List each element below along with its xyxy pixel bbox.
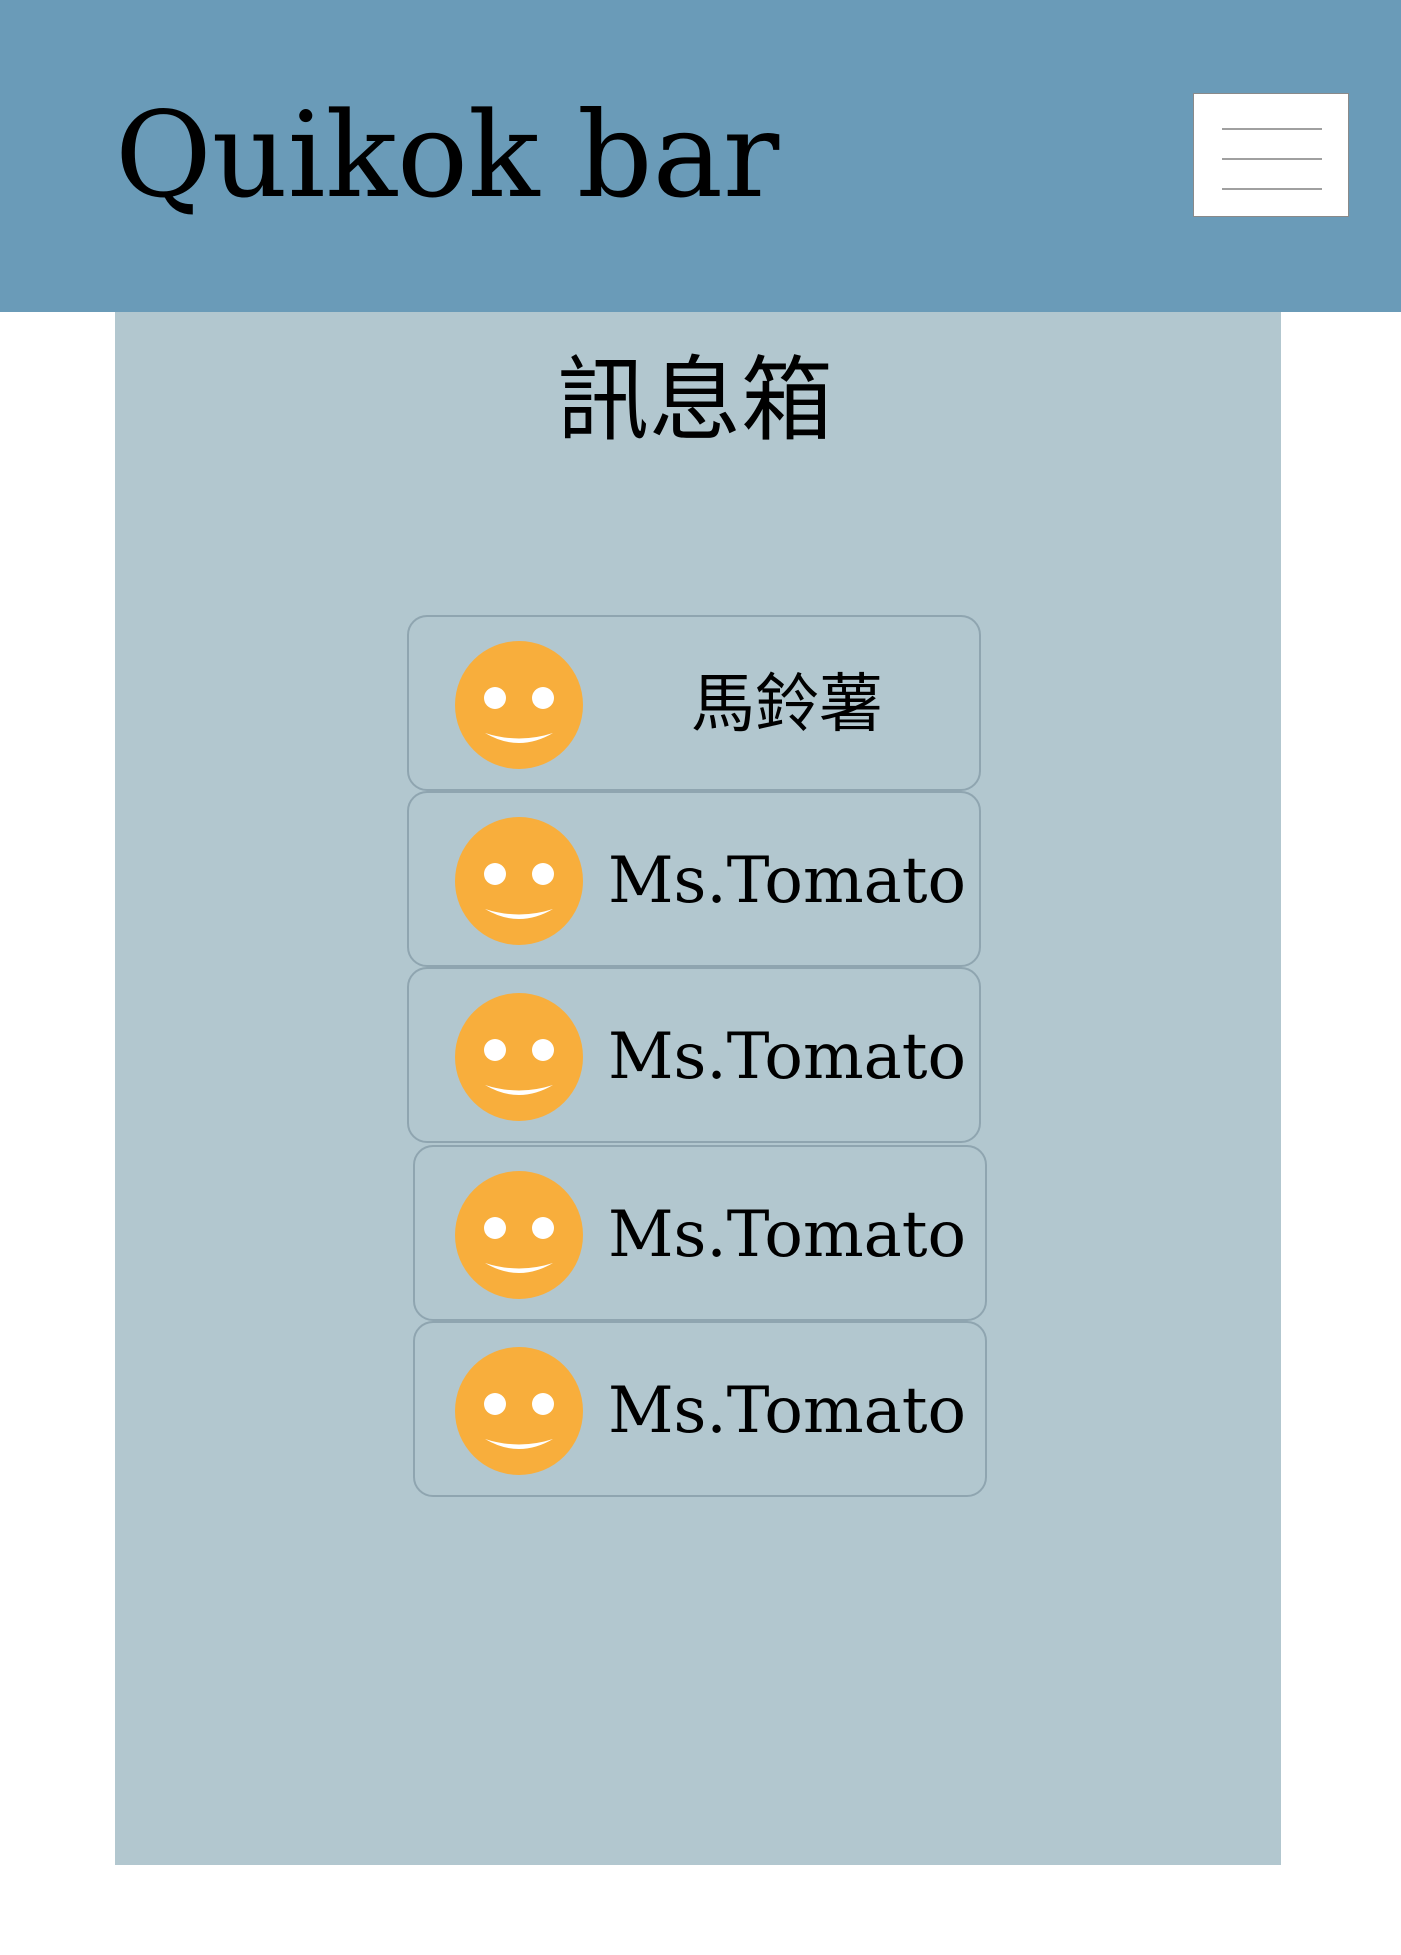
message-item[interactable]: Ms.Tomato [407,791,981,967]
top-bar: Quikok bar [0,0,1401,312]
sender-name: Ms.Tomato [607,844,967,918]
menu-line [1222,188,1322,190]
smiley-face-icon [455,1171,583,1299]
menu-line [1222,128,1322,130]
smiley-face-icon [455,993,583,1121]
menu-line [1222,158,1322,160]
message-item[interactable]: 馬鈴薯 [407,615,981,791]
smiley-face-icon [455,817,583,945]
sender-name: Ms.Tomato [607,1198,967,1272]
sender-name: 馬鈴薯 [691,668,883,742]
menu-button[interactable] [1193,93,1349,217]
inbox-panel: 訊息箱 馬鈴薯 Ms.Tomato Ms.Tomato Ms.Tomato Ms… [115,312,1281,1865]
message-item[interactable]: Ms.Tomato [413,1321,987,1497]
message-item[interactable]: Ms.Tomato [407,967,981,1143]
sender-name: Ms.Tomato [607,1374,967,1448]
sender-name: Ms.Tomato [607,1020,967,1094]
smiley-face-icon [455,641,583,769]
app-title: Quikok bar [115,86,780,224]
message-item[interactable]: Ms.Tomato [413,1145,987,1321]
smiley-face-icon [455,1347,583,1475]
inbox-title: 訊息箱 [556,347,833,454]
